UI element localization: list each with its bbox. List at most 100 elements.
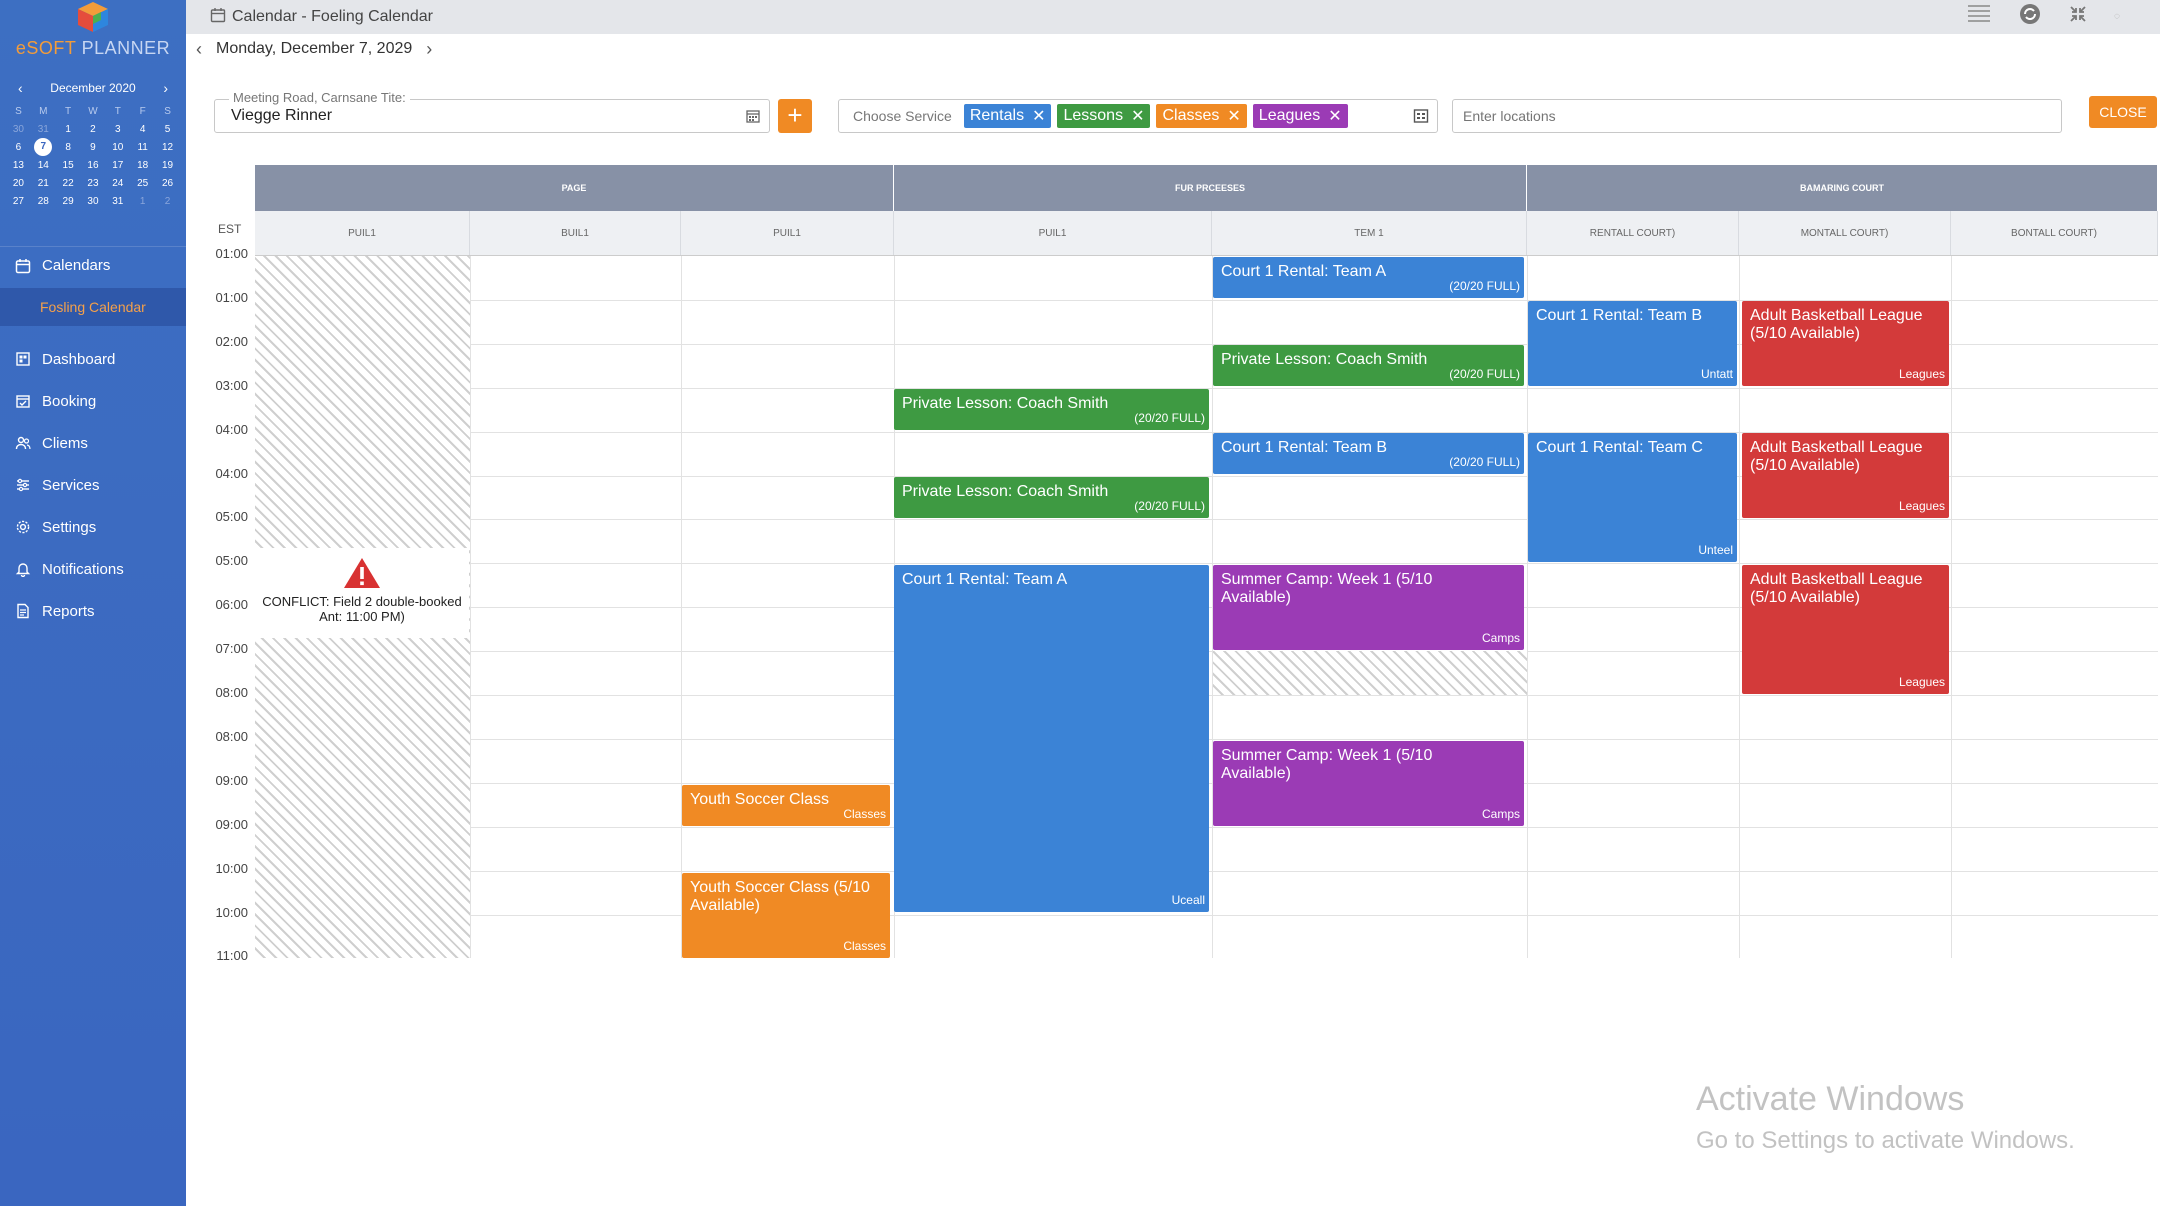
event-title: Adult Basketball League (5/10 Available) bbox=[1750, 571, 1923, 606]
mini-cal-day[interactable]: 9 bbox=[81, 138, 106, 156]
service-chip-rentals[interactable]: Rentals ✕ bbox=[963, 104, 1052, 128]
sidebar-item-reports[interactable]: Reports bbox=[0, 592, 186, 630]
mini-cal-day[interactable]: 25 bbox=[130, 174, 155, 192]
user-avatar-icon[interactable]: ◌ bbox=[2114, 11, 2120, 22]
sidebar-item-settings[interactable]: Settings bbox=[0, 508, 186, 546]
event-block[interactable]: Private Lesson: Coach Smith (20/20 FULL) bbox=[894, 389, 1209, 430]
grid-view-icon[interactable] bbox=[1413, 108, 1429, 129]
event-block[interactable]: Court 1 Rental: Team B (20/20 FULL) bbox=[1213, 433, 1524, 474]
service-chip-classes[interactable]: Classes ✕ bbox=[1156, 104, 1247, 128]
add-button[interactable]: + bbox=[778, 99, 812, 133]
event-title: Adult Basketball League (5/10 Available) bbox=[1750, 439, 1923, 474]
mini-cal-day[interactable]: 11 bbox=[130, 138, 155, 156]
remove-chip-icon[interactable]: ✕ bbox=[1227, 106, 1240, 126]
sidebar-item-services[interactable]: Services bbox=[0, 466, 186, 504]
mini-cal-prev-icon[interactable]: ‹ bbox=[18, 80, 23, 96]
sidebar-item-notifications[interactable]: Notifications bbox=[0, 550, 186, 588]
remove-chip-icon[interactable]: ✕ bbox=[1032, 106, 1045, 126]
service-chip-lessons[interactable]: Lessons ✕ bbox=[1057, 104, 1151, 128]
mini-cal-day[interactable]: 26 bbox=[155, 174, 180, 192]
mini-cal-day[interactable]: 15 bbox=[56, 156, 81, 174]
cube-logo-icon bbox=[78, 2, 108, 32]
mini-cal-day[interactable]: 22 bbox=[56, 174, 81, 192]
mini-cal-day[interactable]: 29 bbox=[56, 192, 81, 210]
mini-cal-day[interactable]: 12 bbox=[155, 138, 180, 156]
list-view-icon[interactable] bbox=[1966, 3, 1992, 30]
mini-cal-day[interactable]: 31 bbox=[31, 120, 56, 138]
sidebar-item-active-calendar[interactable]: Fosling Calendar bbox=[0, 288, 186, 326]
sidebar-item-cliems[interactable]: Cliems bbox=[0, 424, 186, 462]
remove-chip-icon[interactable]: ✕ bbox=[1328, 106, 1341, 126]
mini-cal-day[interactable]: 3 bbox=[105, 120, 130, 138]
sidebar: eSOFT PLANNER ‹ December 2020 › SMTWTFS … bbox=[0, 0, 186, 1206]
mini-cal-day[interactable]: 19 bbox=[155, 156, 180, 174]
event-block[interactable]: Court 1 Rental: Team A Uceall bbox=[894, 565, 1209, 912]
mini-cal-day[interactable]: 14 bbox=[31, 156, 56, 174]
collapse-icon[interactable] bbox=[2068, 4, 2088, 29]
dashboard-icon bbox=[12, 348, 34, 370]
event-title: Private Lesson: Coach Smith bbox=[902, 395, 1109, 412]
event-block[interactable]: Court 1 Rental: Team C Unteel bbox=[1528, 433, 1737, 562]
event-block[interactable]: Summer Camp: Week 1 (5/10 Available) Camp… bbox=[1213, 741, 1524, 826]
mini-cal-day[interactable]: 7 bbox=[31, 138, 56, 156]
mini-cal-day[interactable]: 8 bbox=[56, 138, 81, 156]
column-header: TEM 1 bbox=[1212, 211, 1527, 255]
mini-cal-day[interactable]: 10 bbox=[105, 138, 130, 156]
event-block[interactable]: Private Lesson: Coach Smith (20/20 FULL) bbox=[894, 477, 1209, 518]
mini-cal-day[interactable]: 17 bbox=[105, 156, 130, 174]
next-day-icon[interactable]: › bbox=[426, 39, 432, 60]
time-label: 04:00 bbox=[215, 421, 248, 437]
event-block[interactable]: Adult Basketball League (5/10 Available)… bbox=[1742, 301, 1949, 386]
event-block[interactable]: Summer Camp: Week 1 (5/10 Available) Camp… bbox=[1213, 565, 1524, 650]
mini-cal-day[interactable]: 18 bbox=[130, 156, 155, 174]
remove-chip-icon[interactable]: ✕ bbox=[1131, 106, 1144, 126]
prev-day-icon[interactable]: ‹ bbox=[196, 39, 202, 60]
grid-column-line bbox=[470, 256, 471, 958]
event-block[interactable]: Youth Soccer Class (5/10 Available) Class… bbox=[682, 873, 890, 958]
mini-cal-day[interactable]: 4 bbox=[130, 120, 155, 138]
location-field[interactable]: Meeting Road, Carnsane Tite: Viegge Rinn… bbox=[214, 90, 770, 133]
conflict-notice[interactable]: CONFLICT: Field 2 double-booked Ant: 11:0… bbox=[255, 548, 469, 638]
service-filter[interactable]: Choose Service Rentals ✕ Lessons ✕ Classes ✕ L… bbox=[838, 99, 1438, 133]
service-chip-leagues[interactable]: Leagues ✕ bbox=[1252, 104, 1348, 128]
mini-cal-day[interactable]: 31 bbox=[105, 192, 130, 210]
locations-input[interactable] bbox=[1453, 100, 2061, 132]
plus-icon: + bbox=[787, 100, 803, 130]
calendar-picker-icon[interactable] bbox=[745, 108, 761, 129]
close-button[interactable]: CLOSE bbox=[2089, 96, 2157, 128]
mini-cal-day[interactable]: 1 bbox=[56, 120, 81, 138]
sidebar-item-label: Cliems bbox=[42, 434, 88, 452]
sync-icon[interactable] bbox=[2018, 2, 2042, 31]
mini-cal-day[interactable]: 27 bbox=[6, 192, 31, 210]
mini-cal-day[interactable]: 5 bbox=[155, 120, 180, 138]
event-block[interactable]: Court 1 Rental: Team A (20/20 FULL) bbox=[1213, 257, 1524, 298]
event-block[interactable]: Adult Basketball League (5/10 Available)… bbox=[1742, 565, 1949, 694]
event-block[interactable]: Private Lesson: Coach Smith (20/20 FULL) bbox=[1213, 345, 1524, 386]
mini-cal-day[interactable]: 30 bbox=[81, 192, 106, 210]
mini-cal-day[interactable]: 28 bbox=[31, 192, 56, 210]
mini-cal-day[interactable]: 20 bbox=[6, 174, 31, 192]
mini-cal-next-icon[interactable]: › bbox=[163, 80, 168, 96]
mini-cal-day[interactable]: 6 bbox=[6, 138, 31, 156]
mini-cal-day[interactable]: 21 bbox=[31, 174, 56, 192]
mini-cal-day[interactable]: 30 bbox=[6, 120, 31, 138]
event-block[interactable]: Court 1 Rental: Team B Untatt bbox=[1528, 301, 1737, 386]
sidebar-item-dashboard[interactable]: Dashboard bbox=[0, 340, 186, 378]
watermark-subtitle: Go to Settings to activate Windows. bbox=[1696, 1127, 2075, 1154]
event-block[interactable]: Youth Soccer Class Classes bbox=[682, 785, 890, 826]
mini-cal-day[interactable]: 1 bbox=[130, 192, 155, 210]
event-block[interactable]: Adult Basketball League (5/10 Available)… bbox=[1742, 433, 1949, 518]
mini-cal-day[interactable]: 2 bbox=[81, 120, 106, 138]
sidebar-item-booking[interactable]: Booking bbox=[0, 382, 186, 420]
schedule-body[interactable]: CONFLICT: Field 2 double-booked Ant: 11:0… bbox=[255, 255, 2158, 958]
event-title: Court 1 Rental: Team B bbox=[1536, 307, 1703, 324]
mini-cal-day[interactable]: 23 bbox=[81, 174, 106, 192]
sidebar-item-label: Dashboard bbox=[42, 350, 116, 368]
mini-cal-day[interactable]: 2 bbox=[155, 192, 180, 210]
sidebar-section-calendars[interactable]: Calendars bbox=[0, 246, 186, 284]
column-header: BONTALL COURT) bbox=[1951, 211, 2158, 255]
mini-cal-day[interactable]: 24 bbox=[105, 174, 130, 192]
mini-cal-day[interactable]: 13 bbox=[6, 156, 31, 174]
mini-cal-day[interactable]: 16 bbox=[81, 156, 106, 174]
event-title: Private Lesson: Coach Smith bbox=[1221, 351, 1428, 368]
